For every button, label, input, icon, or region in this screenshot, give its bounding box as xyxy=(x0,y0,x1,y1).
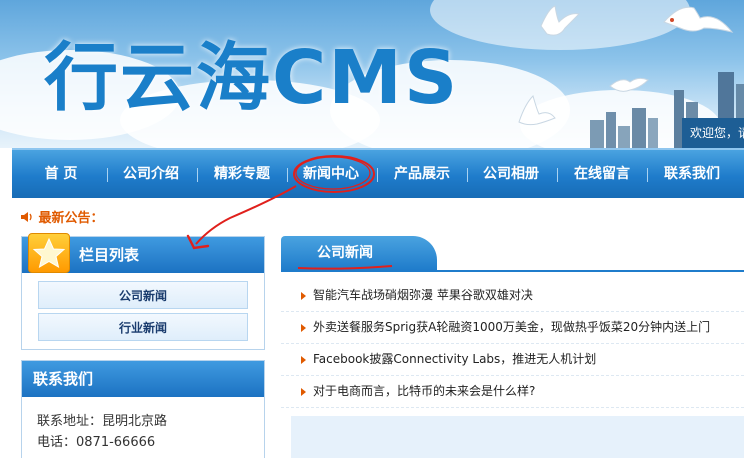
nav-separator xyxy=(107,168,108,182)
nav-separator xyxy=(647,168,648,182)
nav-item-special-topics[interactable]: 精彩专题 xyxy=(204,150,280,198)
dove-icon xyxy=(518,95,556,126)
bullet-arrow-icon xyxy=(301,324,306,332)
nav-item-products[interactable]: 产品展示 xyxy=(384,150,460,198)
contact-box: 联系我们 联系地址：昆明北京路 电话：0871-66666 xyxy=(21,360,265,458)
welcome-message: 欢迎您，请 xyxy=(682,118,744,148)
company-news-panel: 公司新闻 智能汽车战场硝烟弥漫 苹果谷歌双雄对决 外卖送餐服务Sprig获A轮融… xyxy=(281,236,744,458)
nav-item-photo-album[interactable]: 公司相册 xyxy=(474,150,548,198)
news-title: Facebook披露Connectivity Labs，推进无人机计划 xyxy=(313,352,597,366)
news-title: 对于电商而言，比特币的未来会是什么样? xyxy=(313,384,536,398)
header-banner: 行云海CMS 欢迎您，请 xyxy=(0,0,744,148)
news-item[interactable]: Facebook披露Connectivity Labs，推进无人机计划 xyxy=(281,344,744,376)
bullet-arrow-icon xyxy=(301,292,306,300)
category-item-company-news[interactable]: 公司新闻 xyxy=(38,281,248,309)
category-item-industry-news[interactable]: 行业新闻 xyxy=(38,313,248,341)
site-logo[interactable]: 行云海CMS xyxy=(44,18,459,125)
announcement-bar: 最新公告： xyxy=(20,207,104,226)
nav-item-guestbook[interactable]: 在线留言 xyxy=(564,150,640,198)
nav-separator xyxy=(557,168,558,182)
nav-separator xyxy=(377,168,378,182)
news-title: 外卖送餐服务Sprig获A轮融资1000万美金，现做热乎饭菜20分钟内送上门 xyxy=(313,320,711,334)
nav-item-company-intro[interactable]: 公司介绍 xyxy=(114,150,188,198)
main-nav: 首 页 公司介绍 精彩专题 新闻中心 产品展示 公司相册 在线留言 联系我们 xyxy=(12,148,744,198)
news-item[interactable]: 外卖送餐服务Sprig获A轮融资1000万美金，现做热乎饭菜20分钟内送上门 xyxy=(281,312,744,344)
tab-company-news[interactable]: 公司新闻 xyxy=(281,236,437,270)
announcement-label: 最新公告： xyxy=(38,211,104,226)
nav-separator xyxy=(287,168,288,182)
contact-title: 联系我们 xyxy=(33,370,94,388)
star-icon xyxy=(32,237,66,269)
dove-icon xyxy=(663,6,734,33)
category-list-header: 栏目列表 xyxy=(22,233,264,273)
nav-item-news-center[interactable]: 新闻中心 xyxy=(294,150,368,198)
contact-address: 联系地址：昆明北京路 xyxy=(37,414,168,429)
bullet-arrow-icon xyxy=(301,388,306,396)
category-list-title: 栏目列表 xyxy=(79,246,140,264)
category-list-box: 栏目列表 公司新闻 行业新闻 xyxy=(21,233,265,350)
news-item[interactable]: 智能汽车战场硝烟弥漫 苹果谷歌双雄对决 xyxy=(281,280,744,312)
news-footer-bar xyxy=(291,416,744,458)
news-tab-bar: 公司新闻 xyxy=(281,236,744,272)
news-title: 智能汽车战场硝烟弥漫 苹果谷歌双雄对决 xyxy=(313,288,533,302)
speaker-icon xyxy=(21,212,32,222)
nav-separator xyxy=(467,168,468,182)
nav-separator xyxy=(197,168,198,182)
news-list: 智能汽车战场硝烟弥漫 苹果谷歌双雄对决 外卖送餐服务Sprig获A轮融资1000… xyxy=(281,280,744,408)
nav-item-home[interactable]: 首 页 xyxy=(28,150,94,198)
dove-icon xyxy=(540,5,581,36)
nav-item-contact-us[interactable]: 联系我们 xyxy=(654,150,730,198)
bullet-arrow-icon xyxy=(301,356,306,364)
contact-header: 联系我们 xyxy=(22,361,264,397)
news-item[interactable]: 对于电商而言，比特币的未来会是什么样? xyxy=(281,376,744,408)
contact-phone: 电话：0871-66666 xyxy=(37,435,156,450)
star-badge xyxy=(28,233,70,273)
